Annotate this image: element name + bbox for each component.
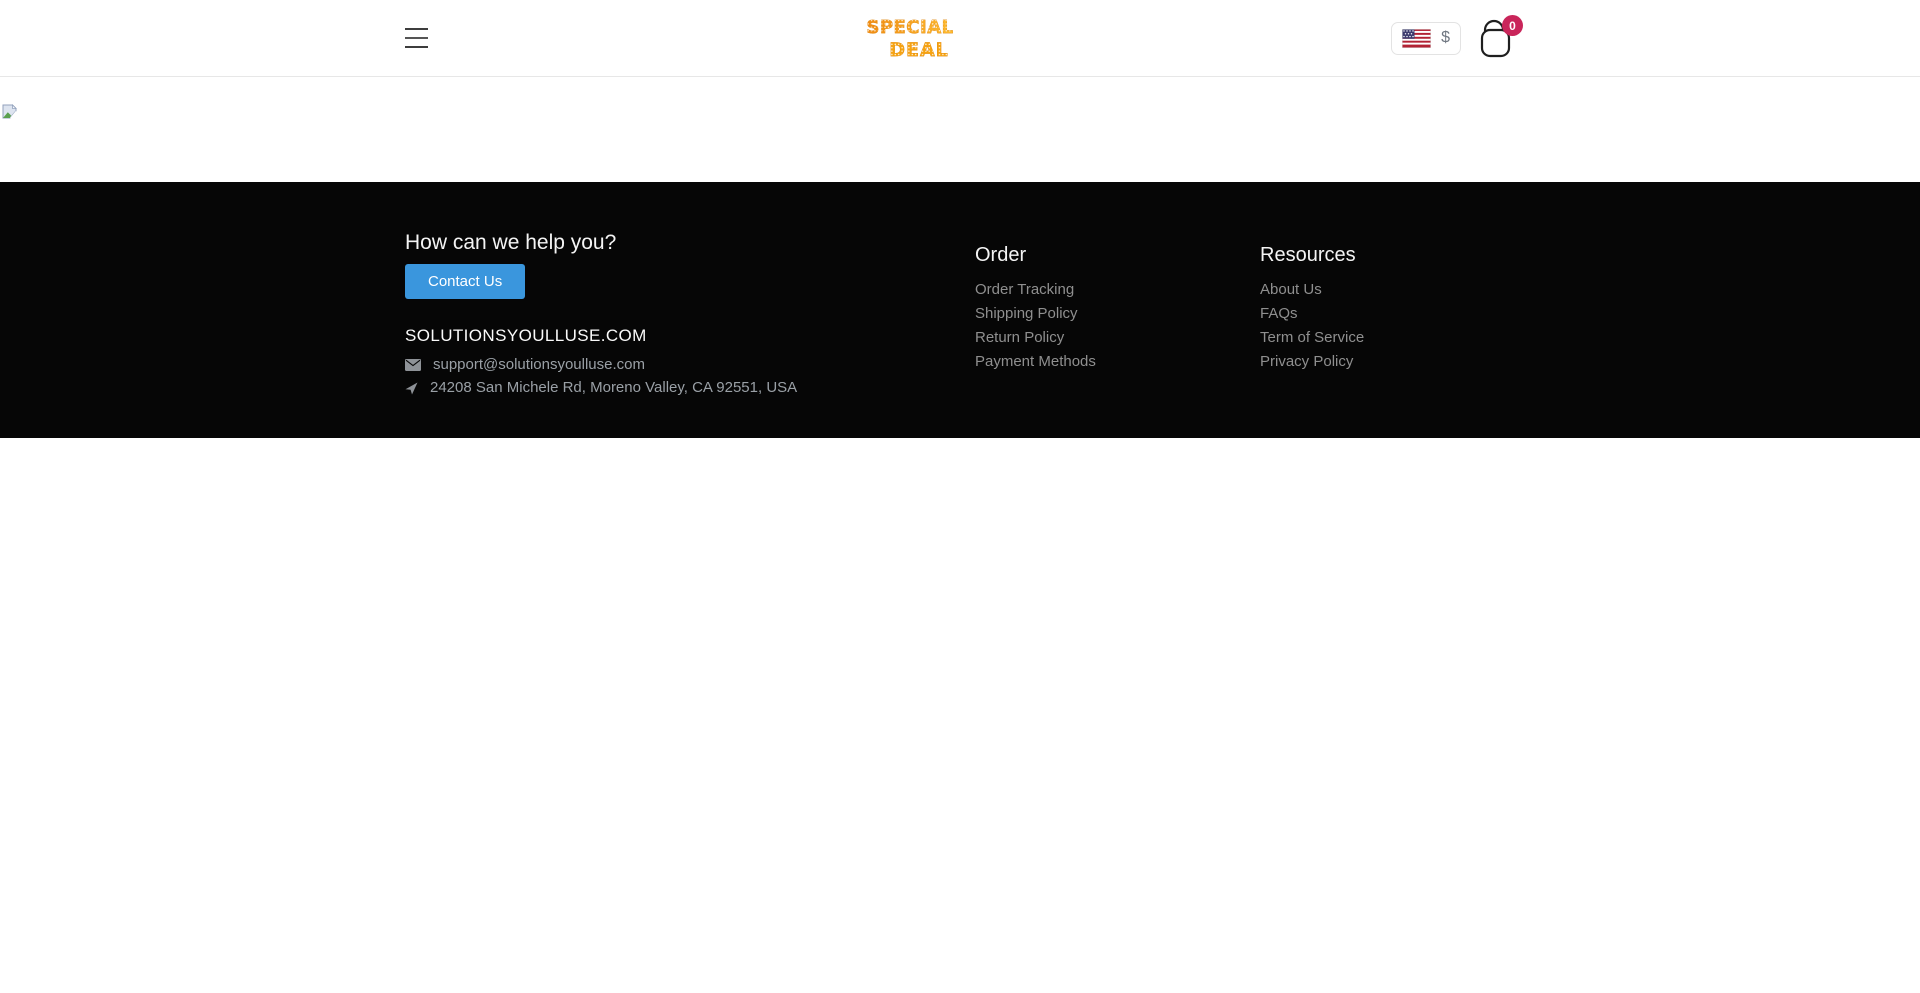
site-footer: How can we help you? Contact Us SOLUTION… xyxy=(0,182,1920,438)
contact-email: support@solutionsyoulluse.com xyxy=(433,355,645,375)
order-column-heading: Order xyxy=(975,242,1260,268)
contact-list: support@solutionsyoulluse.com 24208 San … xyxy=(405,355,975,398)
logo-text-line2-dots: DEAL xyxy=(889,39,949,61)
list-item: Return Policy xyxy=(975,326,1260,350)
hamburger-icon xyxy=(405,46,428,48)
footer-brand: SOLUTIONSYOULLUSE.COM xyxy=(405,325,975,347)
currency-symbol: $ xyxy=(1441,29,1450,47)
currency-selector[interactable]: $ xyxy=(1391,22,1461,55)
hamburger-icon xyxy=(405,37,428,39)
help-heading: How can we help you? xyxy=(405,230,975,256)
logo-text-line1-dots: SPECIAL xyxy=(866,17,953,38)
link-payment-methods[interactable]: Payment Methods xyxy=(975,353,1096,370)
footer-resources-column: Resources About Us FAQs Term of Service … xyxy=(1260,230,1515,398)
cart-button[interactable]: 0 xyxy=(1479,18,1515,58)
cart-count-badge: 0 xyxy=(1502,15,1523,36)
envelope-icon xyxy=(405,359,421,371)
header-actions: $ 0 xyxy=(1391,18,1515,58)
link-about-us[interactable]: About Us xyxy=(1260,281,1322,298)
footer-help-column: How can we help you? Contact Us SOLUTION… xyxy=(405,230,975,398)
broken-image-icon xyxy=(2,104,17,119)
contact-us-button[interactable]: Contact Us xyxy=(405,264,525,299)
list-item: Privacy Policy xyxy=(1260,350,1515,374)
site-logo[interactable]: SPECIAL SPECIAL DEAL DEAL xyxy=(863,12,957,64)
link-return-policy[interactable]: Return Policy xyxy=(975,329,1064,346)
special-deal-logo-icon: SPECIAL SPECIAL DEAL DEAL xyxy=(863,12,957,64)
hamburger-menu-button[interactable] xyxy=(405,28,429,48)
header-container: SPECIAL SPECIAL DEAL DEAL xyxy=(405,0,1515,76)
link-shipping-policy[interactable]: Shipping Policy xyxy=(975,305,1078,322)
hamburger-icon xyxy=(405,28,428,30)
list-item: Term of Service xyxy=(1260,326,1515,350)
link-order-tracking[interactable]: Order Tracking xyxy=(975,281,1074,298)
order-link-list: Order Tracking Shipping Policy Return Po… xyxy=(975,278,1260,374)
list-item: FAQs xyxy=(1260,302,1515,326)
us-flag-icon xyxy=(1402,29,1431,48)
list-item: Payment Methods xyxy=(975,350,1260,374)
footer-container: How can we help you? Contact Us SOLUTION… xyxy=(405,230,1515,398)
main-content xyxy=(0,77,1920,182)
location-arrow-icon xyxy=(405,382,418,395)
resources-link-list: About Us FAQs Term of Service Privacy Po… xyxy=(1260,278,1515,374)
link-privacy-policy[interactable]: Privacy Policy xyxy=(1260,353,1353,370)
contact-address-row: 24208 San Michele Rd, Moreno Valley, CA … xyxy=(405,378,975,398)
site-header: SPECIAL SPECIAL DEAL DEAL xyxy=(0,0,1920,77)
link-term-of-service[interactable]: Term of Service xyxy=(1260,329,1364,346)
list-item: About Us xyxy=(1260,278,1515,302)
contact-email-row: support@solutionsyoulluse.com xyxy=(405,355,975,375)
list-item: Shipping Policy xyxy=(975,302,1260,326)
contact-address: 24208 San Michele Rd, Moreno Valley, CA … xyxy=(430,378,797,398)
footer-order-column: Order Order Tracking Shipping Policy Ret… xyxy=(975,230,1260,398)
resources-column-heading: Resources xyxy=(1260,242,1515,268)
link-faqs[interactable]: FAQs xyxy=(1260,305,1298,322)
list-item: Order Tracking xyxy=(975,278,1260,302)
